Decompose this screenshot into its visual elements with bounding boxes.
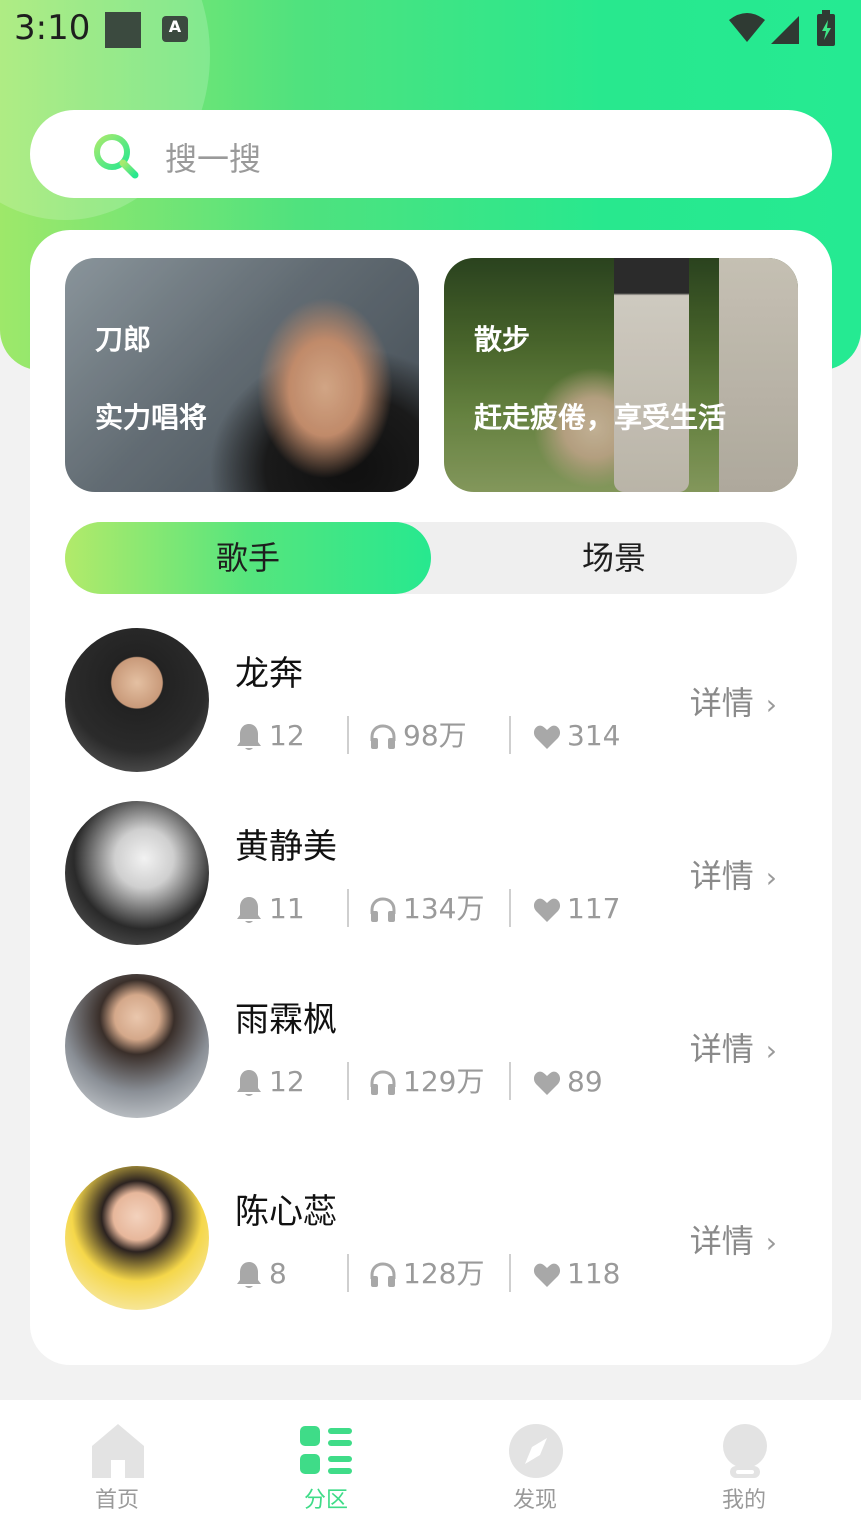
like-count: 314 (567, 719, 621, 752)
status-bar: 3:10 A (0, 0, 861, 62)
banner-subtitle: 实力唱将 (95, 401, 208, 434)
profile-icon (723, 1424, 767, 1478)
play-count: 129万 (403, 1065, 485, 1098)
bell-icon (237, 724, 261, 750)
battery-icon (817, 10, 835, 46)
singer-stats: 11 134万 117 (235, 889, 655, 929)
singer-name: 陈心蕊 (235, 1192, 337, 1232)
nav-label: 发现 (512, 1488, 557, 1513)
chevron-right-icon: › (765, 861, 777, 894)
status-icons (727, 10, 847, 50)
singer-stats: 12 98万 314 (235, 716, 655, 756)
signal-icon (771, 16, 799, 44)
nav-label: 我的 (721, 1488, 766, 1513)
singer-list-item[interactable]: 雨霖枫 12 129万 89 详情 › (65, 974, 797, 1124)
bell-icon (237, 1070, 261, 1096)
like-count: 89 (567, 1065, 603, 1098)
banner-singer[interactable]: 刀郎 实力唱将 (65, 258, 419, 492)
headphones-icon (370, 1262, 396, 1287)
content-card: 刀郎 实力唱将 散步 赶走疲倦，享受生活 歌手 场景 龙奔 12 98万 314 (30, 230, 832, 1365)
song-count: 11 (269, 892, 305, 925)
home-icon (92, 1424, 144, 1478)
like-count: 117 (567, 892, 621, 925)
avatar (65, 1166, 209, 1310)
nav-label: 分区 (303, 1488, 348, 1513)
tab-scene[interactable]: 场景 (431, 522, 797, 594)
chevron-right-icon: › (765, 1034, 777, 1067)
chevron-right-icon: › (765, 1226, 777, 1259)
search-bar[interactable]: 搜一搜 (30, 110, 832, 198)
singer-list-item[interactable]: 陈心蕊 8 128万 118 详情 › (65, 1166, 797, 1316)
nav-item-home[interactable]: 首页 (47, 1400, 187, 1533)
headphones-icon (370, 897, 396, 922)
headphones-icon (370, 1070, 396, 1095)
singer-name: 雨霖枫 (235, 1000, 337, 1040)
wifi-icon (729, 13, 765, 42)
status-time: 3:10 (14, 8, 91, 48)
category-icon (300, 1426, 352, 1474)
nav-item-discover[interactable]: 发现 (465, 1400, 605, 1533)
chevron-right-icon: › (765, 688, 777, 721)
headphones-icon (370, 724, 396, 749)
song-count: 12 (269, 1065, 305, 1098)
nav-label: 首页 (94, 1488, 139, 1513)
nav-item-category[interactable]: 分区 (256, 1400, 396, 1533)
singer-list-item[interactable]: 龙奔 12 98万 314 详情 › (65, 628, 797, 778)
bottom-navigation: 首页 分区 发现 我的 (0, 1400, 861, 1533)
heart-icon (533, 1263, 561, 1287)
play-count: 98万 (403, 719, 467, 752)
compass-icon (509, 1424, 563, 1478)
singer-name: 黄静美 (235, 827, 337, 867)
heart-icon (533, 1071, 561, 1095)
like-count: 118 (567, 1257, 621, 1290)
detail-link[interactable]: 详情 › (690, 678, 777, 724)
bell-icon (237, 897, 261, 923)
banner-scene[interactable]: 散步 赶走疲倦，享受生活 (444, 258, 798, 492)
tab-singer[interactable]: 歌手 (65, 522, 431, 594)
song-count: 12 (269, 719, 305, 752)
bell-icon (237, 1262, 261, 1288)
search-input[interactable]: 搜一搜 (165, 134, 261, 180)
segmented-tabs: 歌手 场景 (65, 522, 797, 594)
singer-stats: 8 128万 118 (235, 1254, 655, 1294)
heart-icon (533, 898, 561, 922)
singer-name: 龙奔 (235, 654, 303, 694)
avatar (65, 974, 209, 1118)
song-count: 8 (269, 1257, 287, 1290)
singer-stats: 12 129万 89 (235, 1062, 655, 1102)
detail-link[interactable]: 详情 › (690, 851, 777, 897)
heart-icon (533, 725, 561, 749)
nav-item-profile[interactable]: 我的 (674, 1400, 814, 1533)
banner-title: 刀郎 (95, 323, 152, 356)
play-count: 128万 (403, 1257, 485, 1290)
banner-subtitle: 赶走疲倦，享受生活 (474, 401, 727, 434)
singer-list-item[interactable]: 黄静美 11 134万 117 详情 › (65, 801, 797, 951)
search-icon (94, 134, 139, 179)
detail-link[interactable]: 详情 › (690, 1216, 777, 1262)
avatar (65, 628, 209, 772)
play-count: 134万 (403, 892, 485, 925)
avatar (65, 801, 209, 945)
notification-square-icon (105, 12, 141, 48)
keyboard-a-icon: A (162, 16, 188, 42)
banner-title: 散步 (474, 323, 531, 356)
detail-link[interactable]: 详情 › (690, 1024, 777, 1070)
